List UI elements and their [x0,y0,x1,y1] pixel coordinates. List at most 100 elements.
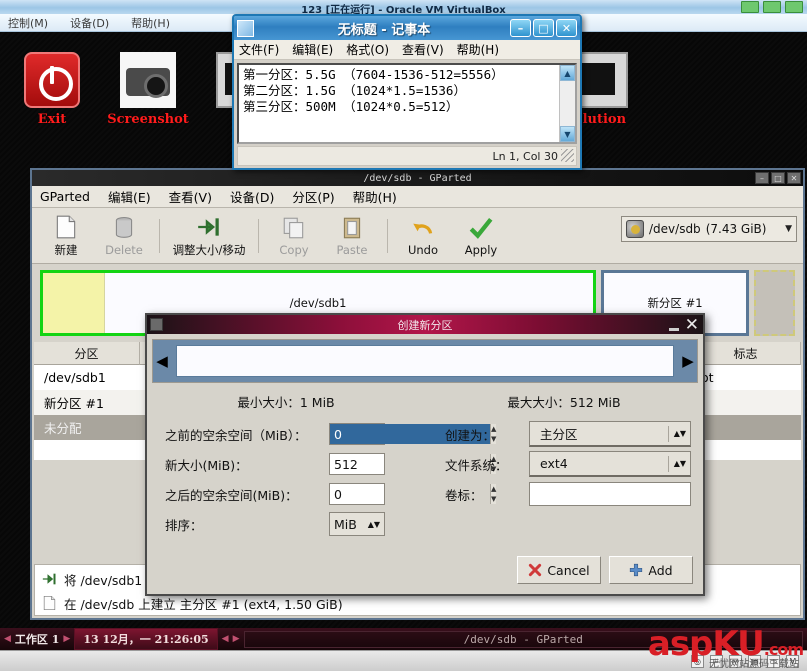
tasklist-next-icon[interactable]: ▶ [233,634,240,644]
notepad-icon [237,19,254,37]
toolbar-apply-label: Apply [464,242,498,257]
menu-partition[interactable]: 分区(P) [292,187,334,206]
notepad-menubar[interactable]: 文件(F) 编辑(E) 格式(O) 查看(V) 帮助(H) [234,40,580,60]
toolbar-undo-button[interactable]: Undo [395,215,451,257]
clock[interactable]: 13 12月，一 21:26:05 [74,628,218,650]
create-as-select[interactable]: 主分区 ▲▼ [529,421,691,447]
workspace-next-icon[interactable]: ▶ [63,634,70,644]
field-create-as: 创建为： 主分区 ▲▼ [445,419,693,449]
notepad-minimize-button[interactable]: – [510,19,531,37]
taskbar-item-gparted[interactable]: /dev/sdb - GParted [243,630,803,648]
menu-help[interactable]: 帮助(H) [353,187,397,206]
menu-gparted[interactable]: GParted [40,189,90,204]
form-column-left: 之前的空余空间（MiB）： ▲ ▼ 新大小(MiB)： ▲ [165,419,497,539]
resize-right-handle[interactable]: ▶ [679,340,697,382]
notepad-text[interactable]: 第一分区：5.5G （7604-1536-512=5556） 第二分区：1.5G… [239,65,559,142]
menu-edit[interactable]: 编辑(E) [108,187,151,206]
toolbar-delete-button[interactable]: Delete [96,215,152,257]
spin-updown-icon[interactable]: ▲▼ [368,520,380,529]
desktop-icon-exit[interactable]: Exit [0,52,104,127]
cancel-x-icon [529,563,542,577]
graphic-unallocated[interactable] [754,270,795,336]
size-limits: 最小大小：1 MiB 最大大小：512 MiB [147,388,703,413]
new-size-label: 新大小(MiB)： [165,457,248,473]
chevron-down-icon[interactable]: ▼ [785,224,792,234]
workspace-prev-icon[interactable]: ◀ [4,634,11,644]
host-status-strip: ◎ ⌗ ⚯ ▤ ▭ V [0,650,807,671]
gparted-minimize-button[interactable]: – [755,172,769,184]
workspace-label[interactable]: 工作区 1 [15,631,59,647]
desktop-icon-screenshot-label: Screenshot [107,112,189,127]
resize-left-handle[interactable]: ◀ [153,340,171,382]
optical-disc-icon[interactable]: ◎ [691,654,704,668]
cancel-button[interactable]: Cancel [517,556,601,584]
chevron-updown-icon[interactable]: ▲▼ [674,459,686,468]
column-header-flags[interactable]: 标志 [691,342,801,365]
cell-partition: 新分区 #1 [44,396,104,411]
notepad-window: 无标题 - 记事本 – □ ✕ 文件(F) 编辑(E) 格式(O) 查看(V) … [232,14,582,170]
notepad-maximize-button[interactable]: □ [533,19,554,37]
toolbar-undo-label: Undo [407,242,439,257]
notepad-menu-help[interactable]: 帮助(H) [457,41,499,58]
toolbar-resize-move-button[interactable]: 调整大小/移动 [167,214,251,258]
minimize-button[interactable] [741,1,759,13]
device-selector[interactable]: /dev/sdb (7.43 GiB) ▼ [621,216,797,242]
resize-grip-icon[interactable] [561,149,574,162]
cell-partition: 未分配 [44,421,82,436]
graphic-partition-new1-label: 新分区 #1 [647,296,703,310]
field-free-space-after: 之后的空余空间(MiB)： ▲ ▼ [165,479,497,509]
scroll-down-icon[interactable]: ▼ [560,126,575,142]
notepad-window-buttons[interactable]: – □ ✕ [510,19,577,37]
gparted-titlebar: /dev/sdb - GParted – □ ✕ [32,170,803,186]
toolbar-copy-button[interactable]: Copy [266,215,322,257]
virtualbox-window-buttons[interactable] [741,1,803,13]
dialog-form: 之前的空余空间（MiB）： ▲ ▼ 新大小(MiB)： ▲ [147,413,703,539]
free-space-before-stepper[interactable]: ▲ ▼ [329,423,497,445]
maximize-button[interactable] [763,1,781,13]
filesystem-value: ext4 [540,456,568,471]
toolbar-apply-button[interactable]: Apply [453,215,509,257]
free-space-after-label: 之后的空余空间(MiB)： [165,487,298,503]
menu-device[interactable]: 设备(D) [230,187,274,206]
gparted-maximize-button[interactable]: □ [771,172,785,184]
gparted-close-button[interactable]: ✕ [787,172,801,184]
device-name: /dev/sdb [649,222,701,236]
create-partition-dialog: 创建新分区 ✕ ◀ ▶ 最小大小：1 MiB 最大大小：512 MiB 之前的空… [145,313,705,596]
vm-menu-devices[interactable]: 设备(D) [70,15,109,31]
gparted-window-buttons[interactable]: – □ ✕ [755,172,801,184]
dialog-titlebar: 创建新分区 ✕ [147,315,703,334]
filesystem-select[interactable]: ext4 ▲▼ [529,451,691,477]
column-header-partition[interactable]: 分区 [34,342,140,365]
dialog-minimize-button[interactable] [666,318,682,331]
align-to-select[interactable]: MiB ▲▼ [329,512,385,536]
notepad-scrollbar[interactable]: ▲ ▼ [559,65,575,142]
tasklist-prev-icon[interactable]: ◀ [222,634,229,644]
add-button[interactable]: Add [609,556,693,584]
toolbar-new-button[interactable]: 新建 [38,214,94,258]
volume-label-input[interactable] [529,482,691,506]
toolbar-paste-button[interactable]: Paste [324,215,380,257]
gparted-menubar[interactable]: GParted 编辑(E) 查看(V) 设备(D) 分区(P) 帮助(H) [32,186,803,208]
vm-menu-help[interactable]: 帮助(H) [131,15,170,31]
menu-view[interactable]: 查看(V) [169,187,212,206]
notepad-menu-file[interactable]: 文件(F) [239,41,279,58]
new-size-stepper[interactable]: ▲ ▼ [329,453,497,475]
notepad-menu-view[interactable]: 查看(V) [402,41,444,58]
preview-body[interactable] [171,340,679,382]
dialog-close-button[interactable]: ✕ [685,316,701,333]
scroll-up-icon[interactable]: ▲ [560,65,575,81]
close-button[interactable] [785,1,803,13]
field-new-size: 新大小(MiB)： ▲ ▼ [165,449,497,479]
notepad-menu-format[interactable]: 格式(O) [346,41,389,58]
free-space-after-stepper[interactable]: ▲ ▼ [329,483,497,505]
notepad-menu-edit[interactable]: 编辑(E) [292,41,333,58]
vm-menu-control[interactable]: 控制(M) [8,15,48,31]
dialog-window-buttons[interactable]: ✕ [666,316,701,333]
chevron-updown-icon[interactable]: ▲▼ [674,429,686,438]
field-free-space-before: 之前的空余空间（MiB）： ▲ ▼ [165,419,497,449]
notepad-close-button[interactable]: ✕ [556,19,577,37]
desktop-icon-screenshot[interactable]: Screenshot [96,52,200,127]
toolbar-separator-3 [387,218,388,253]
combo-divider [667,455,669,472]
virtualbox-titlebar: 123 [正在运行] - Oracle VM VirtualBox [0,0,807,14]
